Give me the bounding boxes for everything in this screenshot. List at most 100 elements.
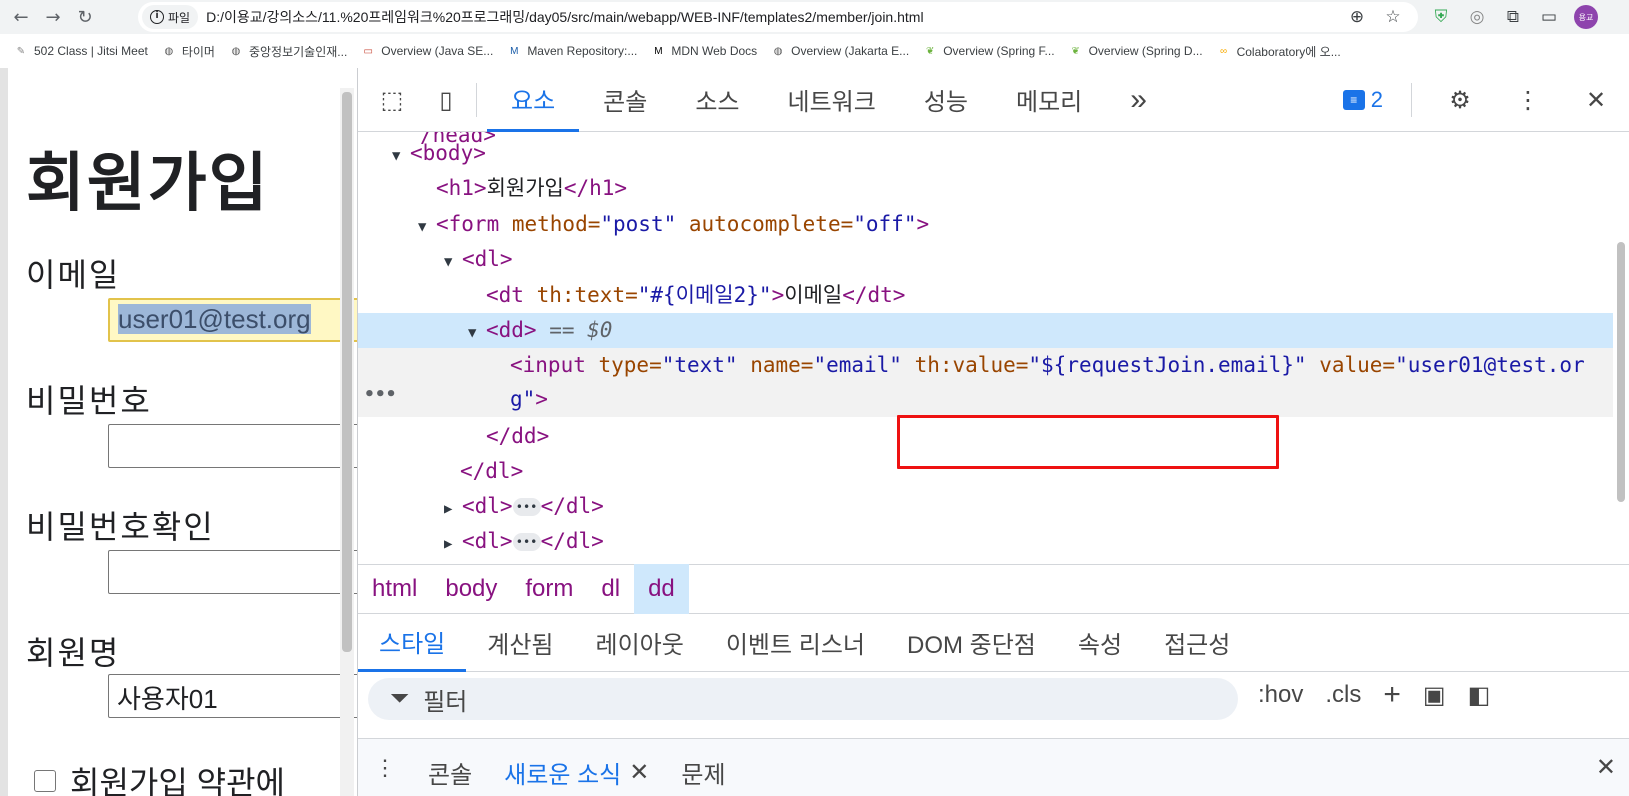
bookmark-item[interactable]: ◍ 타이머 [162,43,215,60]
expand-triangle-icon[interactable]: ▼ [444,245,462,280]
styles-filter-input[interactable]: ⏷ 필터 [368,678,1238,720]
elements-scrollbar-thumb[interactable] [1617,242,1625,502]
elements-scrollbar[interactable] [1613,132,1629,564]
close-icon[interactable]: ✕ [629,758,649,787]
back-arrow-icon[interactable]: ← [10,6,32,28]
tree-line-dl[interactable]: ▼ <dl> [358,242,1613,277]
reload-icon[interactable]: ↻ [74,6,96,28]
bookmark-star-icon[interactable]: ☆ [1382,6,1404,28]
tree-line-input[interactable]: <input type="text" name="email" th:value… [358,348,1613,383]
member-name-field[interactable]: 사용자01 [108,674,357,718]
drawer-tab-console[interactable]: 콘솔 [412,739,488,790]
close-icon[interactable]: ✕ [1596,753,1616,782]
tab-memory[interactable]: 메모리 [992,68,1106,132]
bookmark-label: 중앙정보기술인재... [248,44,348,59]
paint-brush-icon[interactable]: ▣ [1423,681,1446,710]
tag-text: </dd> [486,424,550,448]
collapse-triangle-icon[interactable]: ▶ [444,527,462,562]
tree-line-dl-collapsed[interactable]: ▶ <dl> ••• </dl> [358,524,1613,559]
tab-divider-right [1411,83,1412,117]
forward-arrow-icon[interactable]: → [42,6,64,28]
window-edge [0,68,8,796]
page-scrollbar[interactable] [340,88,354,796]
tab-dom-breakpoints[interactable]: DOM 중단점 [886,614,1057,672]
bookmark-item[interactable]: M MDN Web Docs [651,44,757,58]
tree-line-input-wrap[interactable]: g"> [358,382,1613,417]
bookmark-item[interactable]: ❦ Overview (Spring F... [923,44,1055,58]
email-field[interactable]: user01@test.org [108,298,357,342]
tab-network[interactable]: 네트워크 [764,68,900,132]
new-rule-plus-icon[interactable]: + [1383,678,1401,712]
address-bar[interactable]: i 파일 D:/이용교/강의소스/11.%20프레임워크%20프로그래밍/day… [138,2,1418,32]
bookmark-item[interactable]: ◍ 중앙정보기술인재... [229,43,348,60]
expand-triangle-icon[interactable]: ▼ [392,139,410,174]
tree-line-form[interactable]: ▼ <form method="post" autocomplete="off"> [358,207,1613,242]
tab-layout[interactable]: 레이아웃 [575,614,705,672]
expand-triangle-icon[interactable]: ▼ [468,316,486,351]
expand-triangle-icon[interactable]: ▼ [418,210,436,245]
breadcrumb-body[interactable]: body [431,564,511,614]
zoom-icon[interactable]: ⊕ [1346,6,1368,28]
agree-checkbox[interactable] [34,770,56,792]
breadcrumb-dl[interactable]: dl [587,564,634,614]
tree-line-dd-selected[interactable]: ▼ <dd> == $0 [358,313,1613,348]
node-actions-icon[interactable]: ••• [364,384,397,405]
sidepanel-icon[interactable]: ▭ [1538,6,1560,28]
tree-line-dl-collapsed[interactable]: ▶ <dl> ••• </dl> [358,489,1613,524]
shield-extension-icon[interactable]: ⛨ [1430,6,1452,28]
tag-text: </dl> [540,529,604,553]
bookmark-label: Overview (Spring D... [1088,44,1203,58]
extension-circle-icon[interactable]: ◎ [1466,6,1488,28]
tab-elements[interactable]: 요소 [487,68,580,132]
tab-event-listeners[interactable]: 이벤트 리스너 [705,614,886,672]
password-field[interactable] [108,424,357,468]
bookmark-item[interactable]: ∞ Colaboratory에 오... [1217,43,1341,60]
bookmark-item[interactable]: ❦ Overview (Spring D... [1069,44,1203,58]
bookmark-item[interactable]: M Maven Repository:... [507,44,637,58]
tab-accessibility[interactable]: 접근성 [1143,614,1251,672]
tab-styles[interactable]: 스타일 [358,614,467,672]
breadcrumb-form[interactable]: form [511,564,587,614]
tab-console[interactable]: 콘솔 [579,68,671,132]
ellipsis-icon[interactable]: ••• [512,533,541,551]
attr-value: "user01@test.or [1395,353,1585,377]
site-info-chip[interactable]: i 파일 [142,5,199,29]
settings-gear-icon[interactable]: ⚙ [1440,80,1480,120]
tree-line-dt[interactable]: <dt th:text="#{이메일2}">이메일</dt> [358,278,1613,313]
more-tabs-icon[interactable]: » [1106,68,1171,132]
bookmark-item[interactable]: ◍ Overview (Jakarta E... [771,44,909,58]
toggle-sidebar-icon[interactable]: ◧ [1468,681,1491,710]
tag-text: </h1> [563,176,628,200]
breadcrumb-html[interactable]: html [358,564,431,614]
issues-counter[interactable]: ≡ 2 [1342,87,1383,113]
close-icon[interactable]: ✕ [1576,80,1616,120]
bookmark-item[interactable]: ✎ 502 Class | Jitsi Meet [14,44,148,58]
ellipsis-icon[interactable]: ••• [512,498,541,516]
attr-value: "${requestJoin.email}" [1028,353,1307,377]
more-options-icon[interactable]: ⋮ [1508,80,1548,120]
cls-toggle[interactable]: .cls [1325,681,1361,709]
tab-sources[interactable]: 소스 [671,68,763,132]
tree-line-body[interactable]: ▼ <body> [358,136,1613,171]
attr-value: "off" [853,212,917,236]
password-confirm-field[interactable] [108,550,357,594]
tree-line-h1[interactable]: <h1>회원가입</h1> [358,171,1613,206]
avatar[interactable]: 용교 [1574,5,1598,29]
breadcrumb-dd[interactable]: dd [634,564,689,614]
drawer-menu-icon[interactable]: ⋮ [358,739,412,781]
inspect-element-icon[interactable]: ⬚ [372,80,412,120]
device-toolbar-icon[interactable]: ▯ [426,80,466,120]
tab-computed[interactable]: 계산됨 [466,614,574,672]
url-text[interactable]: D:/이용교/강의소스/11.%20프레임워크%20프로그래밍/day05/sr… [206,7,923,27]
globe-icon: ◍ [231,45,241,57]
tab-performance[interactable]: 성능 [900,68,992,132]
page-scrollbar-thumb[interactable] [342,92,352,652]
drawer-tab-whats-new[interactable]: 새로운 소식 ✕ [488,739,665,790]
collapse-triangle-icon[interactable]: ▶ [444,492,462,527]
bookmark-item[interactable]: ▭ Overview (Java SE... [361,44,494,58]
bookmark-label: Colaboratory에 오... [1236,44,1341,59]
drawer-tab-issues[interactable]: 문제 [665,739,741,790]
hov-toggle[interactable]: :hov [1258,681,1303,709]
tab-properties[interactable]: 속성 [1057,614,1143,672]
extensions-puzzle-icon[interactable]: ⧉ [1502,6,1524,28]
